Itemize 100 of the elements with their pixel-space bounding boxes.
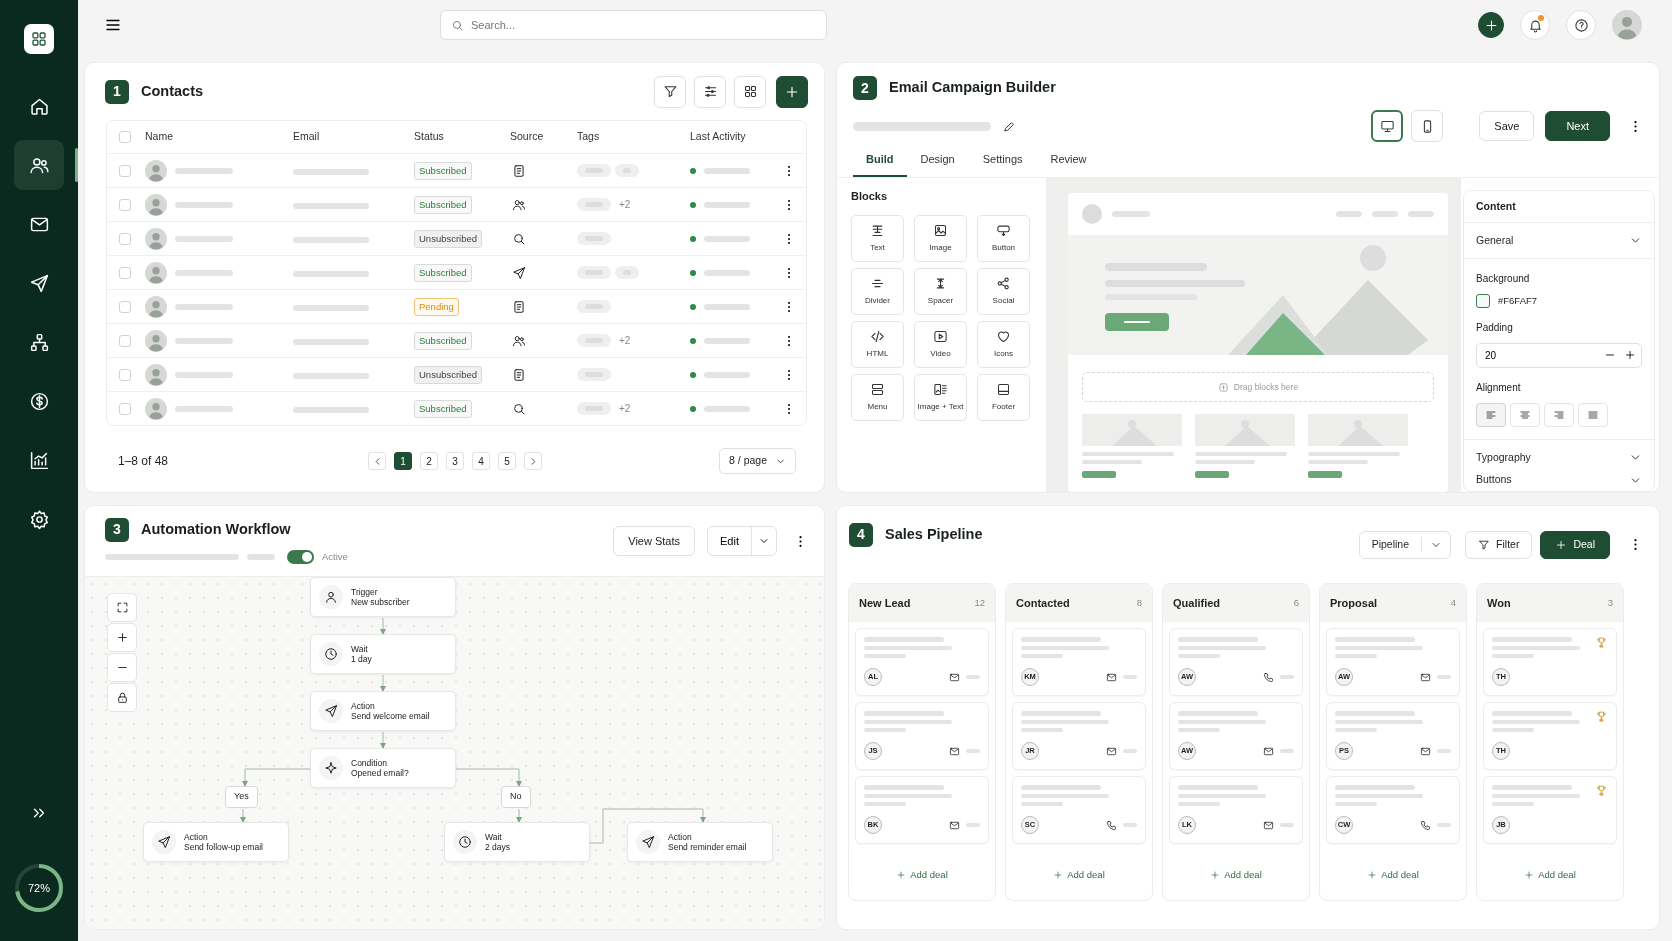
panel-title: Automation Workflow	[141, 520, 291, 539]
placeholder-bar	[704, 303, 750, 310]
accordion-header[interactable]: Buttons	[1464, 469, 1654, 492]
add-button[interactable]	[1478, 12, 1504, 38]
view-stats-button[interactable]: View Stats	[613, 526, 696, 556]
placeholder-bar	[704, 235, 750, 242]
tab[interactable]: Design	[920, 146, 955, 177]
next-button[interactable]: Next	[1545, 111, 1610, 141]
view-select[interactable]: Pipeline	[1358, 530, 1452, 559]
workflow-node[interactable]: Action Send reminder email	[627, 822, 773, 862]
block-tile[interactable]: Button	[977, 214, 1030, 262]
node-type: Action	[184, 832, 209, 842]
branch-label: Yes	[225, 786, 258, 808]
search-field[interactable]: Search...	[440, 10, 827, 40]
filter-button[interactable]	[654, 75, 686, 108]
settings-icon	[28, 508, 50, 530]
accordion-header[interactable]: General	[1464, 223, 1654, 259]
workflow-node[interactable]: Condition Opened email?	[310, 748, 456, 788]
edit-button-group[interactable]: Edit	[707, 526, 777, 556]
column-header: Name	[145, 130, 173, 143]
checkbox[interactable]	[119, 131, 131, 143]
page-button[interactable]: 5	[498, 452, 517, 470]
fit-view-button[interactable]	[107, 593, 137, 622]
alignment-button[interactable]	[1476, 403, 1506, 428]
tab[interactable]: Review	[1050, 146, 1087, 177]
block-tile[interactable]: Icons	[977, 320, 1030, 368]
block-tile[interactable]: Divider	[851, 267, 904, 315]
workflow-node[interactable]: Trigger New subscriber	[310, 577, 456, 617]
color-value: #F6FAF7	[1498, 294, 1538, 308]
workflow-node[interactable]: Action Send welcome email	[310, 691, 456, 731]
sidebar-item[interactable]	[14, 140, 64, 190]
column-header: Tags	[577, 130, 600, 143]
page-button[interactable]: 2	[420, 452, 439, 470]
connector-arrow	[455, 768, 522, 787]
block-tile[interactable]: Text	[851, 214, 904, 262]
button-placeholder	[1082, 471, 1116, 478]
tab[interactable]: Build	[853, 146, 907, 177]
notifications-button[interactable]	[1520, 10, 1550, 40]
desktop-view-button[interactable]	[1371, 110, 1404, 142]
tag-count: +2	[619, 198, 631, 212]
placeholder-bar	[175, 201, 233, 208]
add-deal-button[interactable]: Deal	[1540, 530, 1610, 559]
add-deal-link[interactable]: Add deal	[1210, 867, 1262, 882]
tab[interactable]: Settings	[982, 146, 1023, 177]
status-badge: Unsubscribed	[414, 365, 483, 384]
checkbox[interactable]	[119, 368, 131, 381]
color-swatch[interactable]	[1476, 294, 1490, 309]
placeholder-bar	[704, 405, 750, 412]
block-tile[interactable]: HTML	[851, 320, 904, 368]
block-tile[interactable]: Image	[914, 214, 967, 262]
add-deal-link[interactable]: Add deal	[1367, 867, 1419, 882]
add-contact-button[interactable]	[776, 75, 808, 108]
accordion-header[interactable]: Typography	[1464, 439, 1654, 470]
save-button[interactable]: Save	[1479, 111, 1535, 141]
checkbox[interactable]	[119, 164, 131, 177]
active-toggle[interactable]	[287, 550, 314, 564]
checkbox[interactable]	[119, 266, 131, 279]
help-icon	[1573, 17, 1589, 33]
checkbox[interactable]	[119, 402, 131, 415]
node-type: Action	[668, 832, 693, 842]
checkbox[interactable]	[119, 334, 131, 347]
add-deal-link[interactable]: Add deal	[1053, 867, 1105, 882]
increment-button[interactable]	[1624, 349, 1636, 362]
page-button[interactable]: 3	[446, 452, 465, 470]
placeholder-bar	[247, 554, 275, 560]
list-view-button[interactable]	[694, 75, 726, 108]
edit-button[interactable]: Edit	[708, 527, 752, 555]
add-deal-link[interactable]: Add deal	[1524, 867, 1576, 882]
help-button[interactable]	[1566, 10, 1596, 40]
connector-arrow	[380, 617, 386, 635]
workflow-node[interactable]: Wait 1 day	[310, 634, 456, 674]
page-button[interactable]: 1	[394, 452, 413, 470]
placeholder-bar	[704, 337, 750, 344]
workflow-node[interactable]: Wait 2 days	[444, 822, 590, 862]
column-title: Qualified	[1173, 595, 1221, 611]
block-tile[interactable]: Menu	[851, 373, 904, 421]
per-page-select[interactable]: 8 / page	[719, 448, 796, 474]
grid-view-button[interactable]	[734, 75, 766, 108]
mobile-view-button[interactable]	[1411, 110, 1444, 142]
deal-count: 8	[1136, 595, 1142, 610]
filter-icon	[1478, 538, 1491, 551]
lock-button[interactable]	[107, 683, 137, 712]
placeholder-bar	[175, 371, 233, 378]
filter-button[interactable]: Filter	[1465, 530, 1533, 559]
checkbox[interactable]	[119, 232, 131, 245]
blocks-title: Blocks	[851, 189, 889, 204]
block-tile[interactable]: Image + Text	[914, 373, 967, 421]
logo-icon	[30, 30, 48, 48]
add-deal-link[interactable]: Add deal	[896, 867, 948, 882]
padding-field[interactable]: 20	[1476, 343, 1642, 369]
page-button[interactable]: 4	[472, 452, 491, 470]
placeholder-bar	[175, 269, 233, 276]
block-tile[interactable]: Video	[914, 320, 967, 368]
checkbox[interactable]	[119, 198, 131, 211]
block-tile[interactable]: Spacer	[914, 267, 967, 315]
column-title: Proposal	[1330, 595, 1378, 611]
block-tile[interactable]: Social	[977, 267, 1030, 315]
block-tile[interactable]: Footer	[977, 373, 1030, 421]
checkbox[interactable]	[119, 300, 131, 313]
workflow-node[interactable]: Action Send follow-up email	[143, 822, 289, 862]
